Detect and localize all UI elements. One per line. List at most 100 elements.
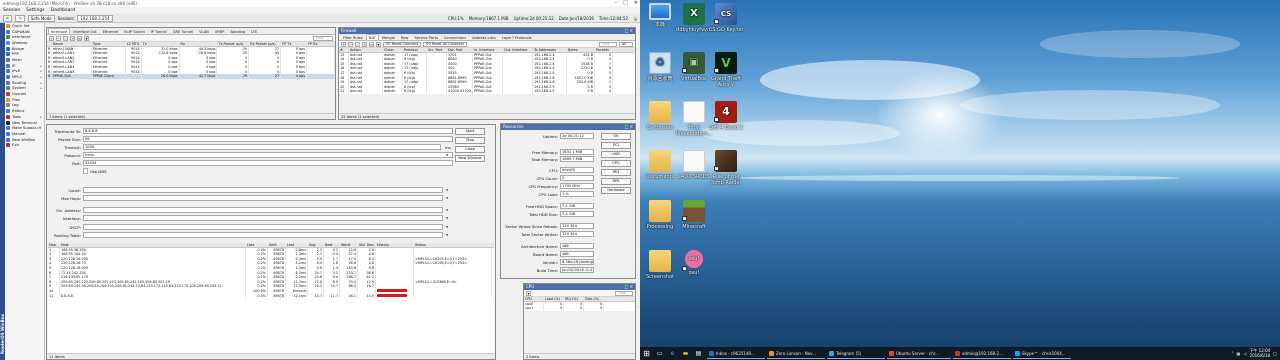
rps-button[interactable]: RPS <box>601 178 631 185</box>
cpu-button[interactable]: CPU <box>601 160 631 167</box>
redo-icon[interactable]: ↷ <box>15 14 25 22</box>
close-icon[interactable]: □ ✕ <box>625 284 633 290</box>
column-header[interactable]: In. Interface <box>473 48 503 52</box>
column-header[interactable]: L2 MTU <box>126 42 142 46</box>
filter-icon[interactable]: ▾ <box>526 290 531 296</box>
dropdown-arrow-icon[interactable]: ▼ <box>446 216 450 220</box>
dropdown-arrow-icon[interactable]: ▼ <box>446 196 450 200</box>
column-header[interactable]: Worst <box>340 243 358 247</box>
taskbar-item[interactable]: Telegram (5) <box>827 348 885 359</box>
table-row[interactable]: R PPPoE-Out PPPoE Client 26.0 kbps 42.7 kbps… <box>47 74 335 79</box>
safe-mode-button[interactable]: Safe Mode <box>27 14 55 22</box>
column-header[interactable]: To Addresses <box>533 48 567 52</box>
filter-icon[interactable]: ▾ <box>376 41 381 47</box>
field-timeout[interactable]: 1000 <box>83 144 441 150</box>
enable-icon[interactable]: ✓ <box>355 41 360 47</box>
irq-button[interactable]: IRQ <box>601 169 631 176</box>
dropdown-arrow-icon[interactable]: ▼ <box>446 225 450 229</box>
tab-eoip-tunnel[interactable]: EoIP Tunnel <box>121 28 148 34</box>
pci-button[interactable]: PCI <box>601 142 631 149</box>
column-header[interactable]: FP Rx <box>307 42 335 46</box>
column-header[interactable]: Sent <box>268 243 286 247</box>
undo-icon[interactable]: ↶ <box>3 14 13 22</box>
network-icon[interactable]: ▦ <box>1237 351 1241 356</box>
desktop-icon-cs-go-key-txt[interactable]: CS CS:GO Key.txt ↗ <box>706 3 746 33</box>
column-header[interactable]: IRQ (%) <box>564 297 584 301</box>
field-protocol[interactable]: icmp <box>83 152 453 158</box>
column-header[interactable]: CPU <box>524 297 544 301</box>
task-view-icon[interactable]: ▭ <box>654 348 665 359</box>
table-row[interactable]: 11 8.8.8.8 0.0% 49878 12.1ms 14.7 11.7 26.1 14.9 <box>48 293 494 299</box>
tab-vlan[interactable]: VLAN <box>196 28 212 34</box>
optional-field[interactable] <box>83 207 443 213</box>
close-icon[interactable]: □ ✕ <box>625 28 633 34</box>
column-header[interactable]: Dst. Port <box>447 48 473 52</box>
tab-ip-tunnel[interactable]: IP Tunnel <box>148 28 170 34</box>
file-explorer-icon[interactable]: ▬ <box>680 348 691 359</box>
lock-icon[interactable]: 🔒 <box>633 16 638 21</box>
column-header[interactable]: Src. Port <box>427 48 447 52</box>
new-window-button[interactable]: New Window <box>455 155 485 162</box>
taskbar-item[interactable]: Zero Lanson - Nov... <box>767 348 825 359</box>
notification-icon[interactable]: ▢ <box>1273 351 1277 356</box>
column-header[interactable]: Type <box>92 42 126 46</box>
column-header[interactable]: Host <box>60 243 246 247</box>
enable-icon[interactable]: ✓ <box>63 35 68 41</box>
dropdown-arrow-icon[interactable]: ▼ <box>446 188 450 192</box>
tab-lte[interactable]: LTE <box>248 28 260 34</box>
taskbar-item[interactable]: Inbox - c9625148... <box>707 348 765 359</box>
column-header[interactable]: Status <box>414 243 492 247</box>
column-header[interactable]: Protocol <box>403 48 427 52</box>
menu-item-settings[interactable]: Settings <box>26 7 44 14</box>
chevron-up-icon[interactable]: ˄ <box>1232 351 1234 356</box>
menu-item-session[interactable]: Session <box>3 7 20 14</box>
tab-address-lists[interactable]: Address Lists <box>469 34 499 40</box>
desktop-icon-left-4-dead-2[interactable]: 4 Left 4 Dead 2 ↗ <box>706 101 746 131</box>
column-header[interactable]: Action <box>349 48 383 52</box>
tab-service-ports[interactable]: Service Ports <box>411 34 440 40</box>
close-icon[interactable]: □ ✕ <box>625 124 633 130</box>
field-port[interactable]: 33434 <box>83 160 453 166</box>
column-header[interactable]: # <box>339 48 349 52</box>
taskbar-item[interactable]: Skype™ - chris1004... <box>1013 348 1071 359</box>
column-header[interactable]: Avg. <box>308 243 324 247</box>
find-input[interactable]: Find <box>599 41 617 47</box>
find-input[interactable]: Find <box>313 35 333 41</box>
reset-counters-button[interactable]: 00 Reset Counters <box>383 41 422 47</box>
add-icon[interactable]: + <box>49 35 54 41</box>
disable-icon[interactable]: ✕ <box>70 35 75 41</box>
column-header[interactable]: Tx <box>142 42 180 46</box>
column-header[interactable]: Tx Packet (p/s) <box>217 42 250 46</box>
optional-field[interactable] <box>83 232 443 238</box>
desktop-icon-osu[interactable]: osu! osu! ↗ <box>674 250 714 276</box>
column-header[interactable]: FP Tx <box>281 42 308 46</box>
tab-mangle[interactable]: Mangle <box>379 34 398 40</box>
tab-interface[interactable]: Interface <box>48 28 71 34</box>
remove-icon[interactable]: − <box>348 41 353 47</box>
store-icon[interactable]: ▤ <box>693 348 704 359</box>
column-header[interactable]: Last <box>286 243 308 247</box>
optional-field[interactable] <box>83 187 443 193</box>
tab-filter-rules[interactable]: Filter Rules <box>340 34 366 40</box>
desktop-icon-minecraft[interactable]: Minecraft ↗ <box>674 200 714 230</box>
tab-gre-tunnel[interactable]: GRE Tunnel <box>170 28 196 34</box>
column-header[interactable]: Bytes <box>567 48 595 52</box>
column-header[interactable]: Disk (%) <box>584 297 604 301</box>
column-header[interactable]: Packets <box>595 48 613 52</box>
column-header[interactable]: Chain <box>383 48 403 52</box>
dropdown-arrow-icon[interactable]: ▼ <box>446 208 450 212</box>
close-icon[interactable]: ✕ <box>634 0 638 7</box>
usb-button[interactable]: USB <box>601 151 631 158</box>
tab-ethernet[interactable]: Ethernet <box>100 28 121 34</box>
column-header[interactable]: Name <box>52 42 92 46</box>
optional-field[interactable] <box>83 224 443 230</box>
edge-icon[interactable]: e <box>667 348 678 359</box>
column-header[interactable]: Hop <box>48 243 60 247</box>
disable-icon[interactable]: ✕ <box>362 41 367 47</box>
table-row[interactable]: cpu1 0 0 0 <box>524 306 635 311</box>
comment-icon[interactable]: ▭ <box>369 41 374 47</box>
column-header[interactable]: Rx <box>180 42 218 46</box>
taskbar-item[interactable]: Ubuntu Server - chr... <box>887 348 951 359</box>
tab-nat[interactable]: NAT <box>365 34 379 40</box>
field-tracerouteto[interactable]: 8.8.8.8 <box>83 128 453 134</box>
